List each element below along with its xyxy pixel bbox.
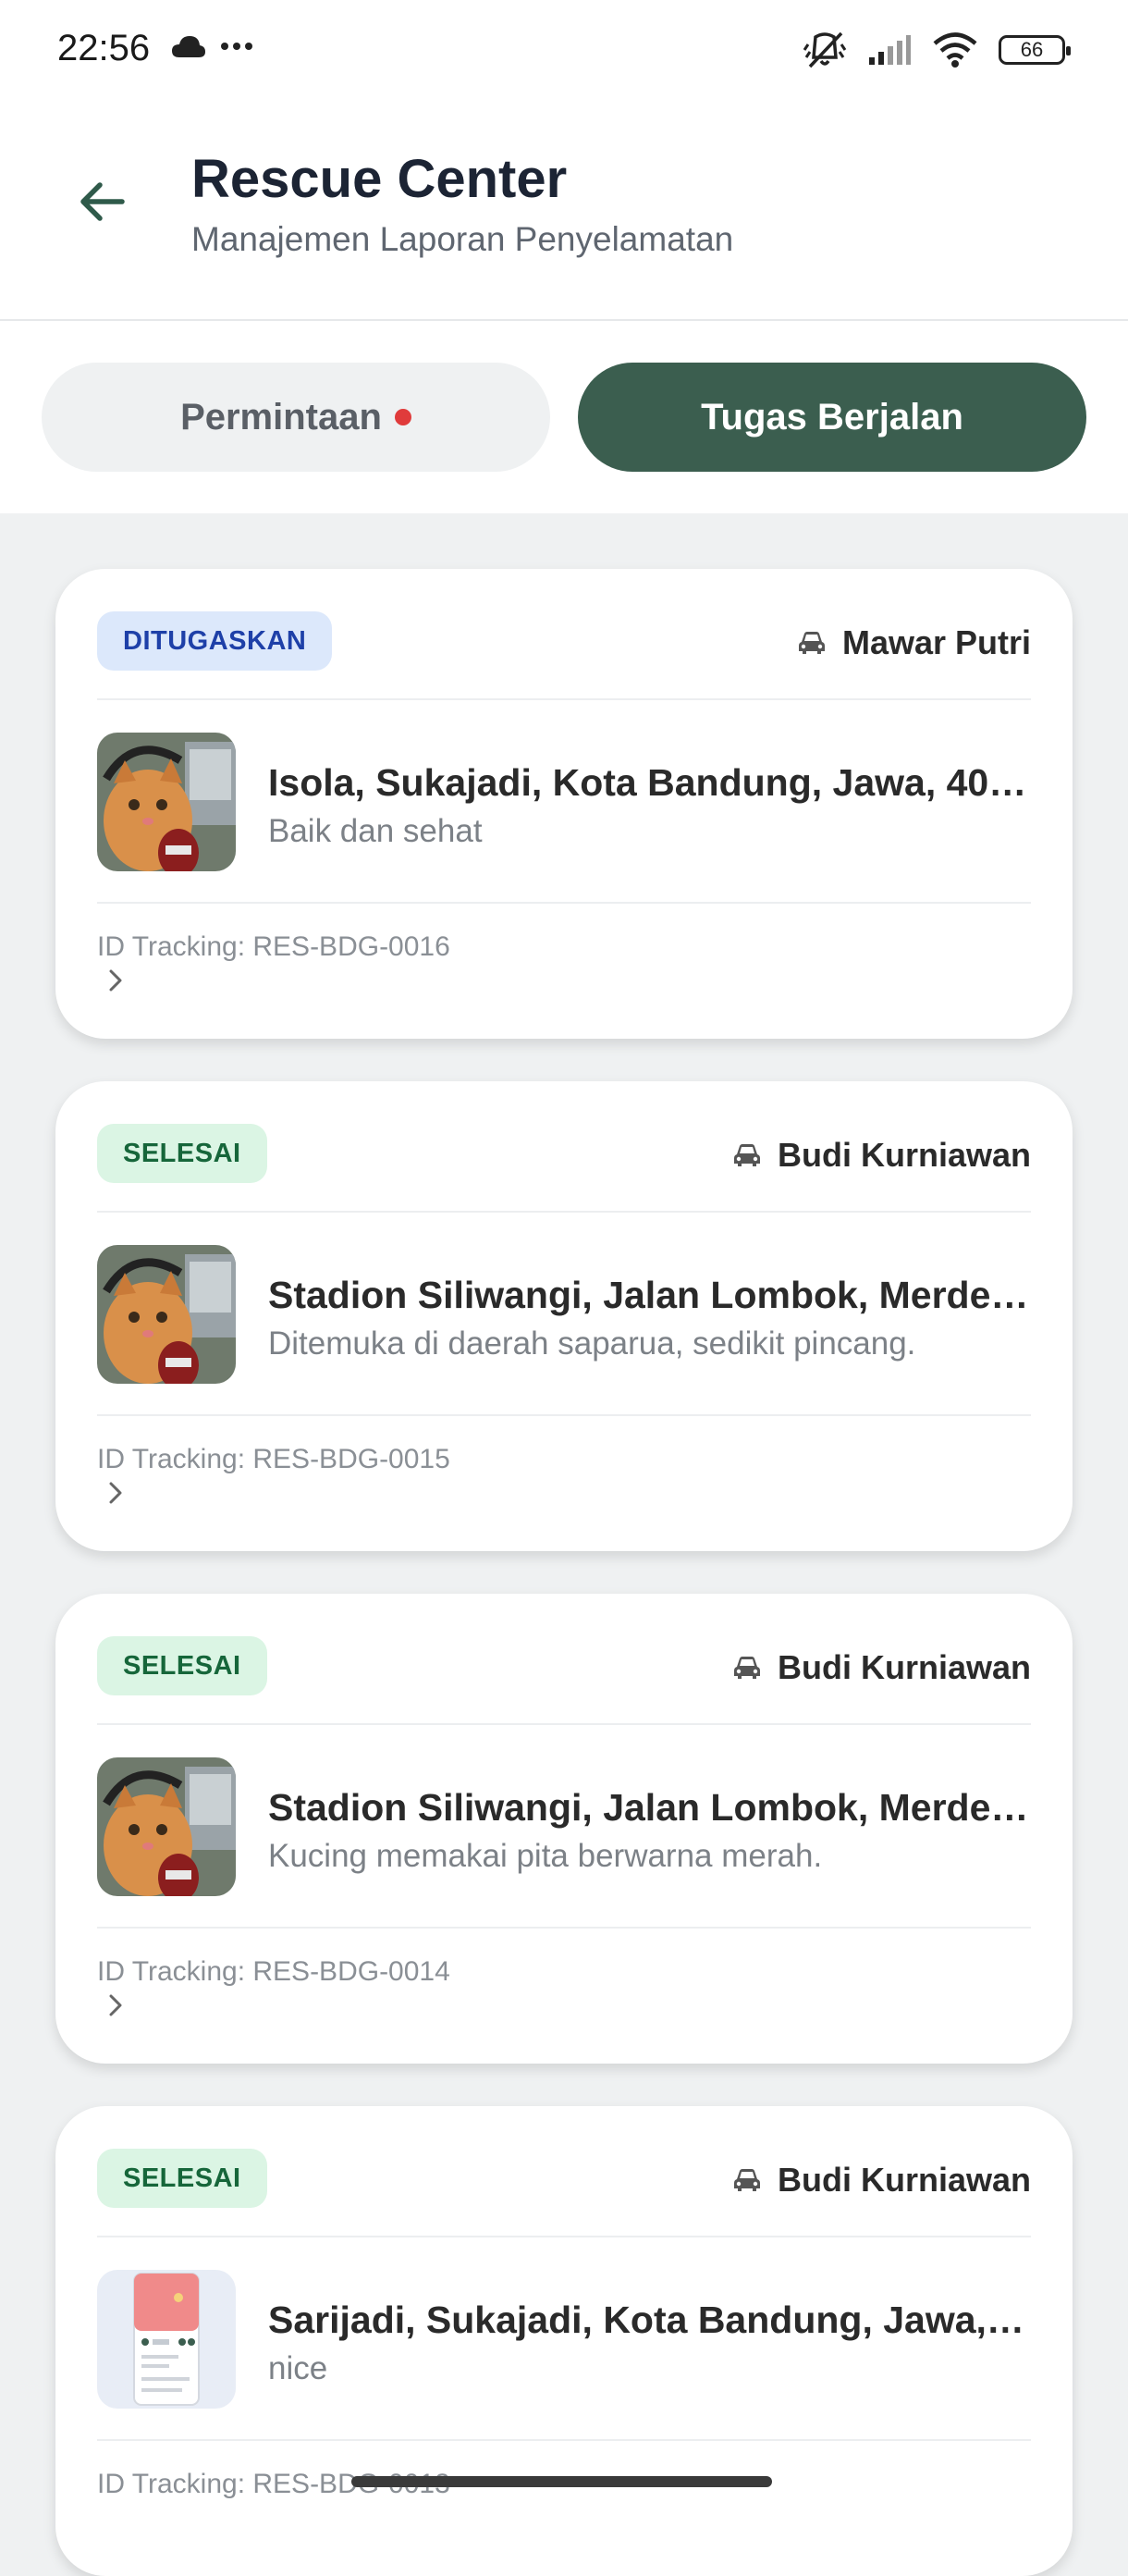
driver-info: Budi Kurniawan — [733, 1129, 1031, 1181]
tab-tugas-berjalan[interactable]: Tugas Berjalan — [578, 363, 1086, 472]
driver-info: Mawar Putri — [798, 617, 1031, 669]
arrow-left-icon[interactable] — [74, 174, 129, 229]
signal-icon — [869, 35, 911, 65]
report-location: Stadion Siliwangi, Jalan Lombok, Merdeka — [268, 1274, 1031, 1316]
report-photo — [97, 2270, 236, 2409]
car-icon — [733, 2169, 760, 2191]
divider — [97, 2236, 1031, 2237]
divider — [97, 1211, 1031, 1213]
divider — [97, 2439, 1031, 2441]
status-time: 22:56 — [57, 28, 151, 68]
divider — [97, 1927, 1031, 1929]
status-badge: DITUGASKAN — [97, 611, 333, 671]
home-indicator[interactable] — [351, 2476, 772, 2487]
divider — [97, 902, 1031, 904]
status-right-icons: 66 — [803, 30, 1071, 70]
driver-name: Budi Kurniawan — [777, 2161, 1031, 2199]
status-badge: SELESAI — [97, 2149, 267, 2208]
cat-photo — [97, 1245, 236, 1384]
driver-name: Mawar Putri — [841, 623, 1031, 661]
cloud-icon — [172, 36, 205, 57]
tab-tugas-berjalan-label: Tugas Berjalan — [701, 396, 963, 438]
status-left-icons — [170, 33, 253, 59]
tab-bar: Permintaan Tugas Berjalan — [0, 321, 1128, 513]
rescue-card[interactable]: SELESAI Budi Kurniawan Stadion Siliwangi… — [55, 1081, 1073, 1551]
report-photo — [97, 733, 236, 871]
report-location: Sarijadi, Sukajadi, Kota Bandung, Jawa, … — [268, 2299, 1031, 2341]
report-location: Isola, Sukajadi, Kota Bandung, Jawa, 401… — [268, 761, 1031, 804]
report-description: Baik dan sehat — [268, 813, 483, 849]
more-dots-icon — [221, 43, 252, 50]
battery-level: 66 — [1020, 38, 1044, 61]
driver-name: Budi Kurniawan — [777, 1136, 1031, 1174]
divider — [97, 1414, 1031, 1416]
tracking-id: ID Tracking: RES-BDG-0015 — [97, 1444, 450, 1474]
report-description: Kucing memakai pita berwarna merah. — [268, 1838, 823, 1874]
report-location: Stadion Siliwangi, Jalan Lombok, Merdeka — [268, 1786, 1031, 1829]
tracking-id: ID Tracking: RES-BDG-0014 — [97, 1956, 450, 1987]
report-photo — [97, 1757, 236, 1896]
chevron-right-icon[interactable] — [102, 1479, 129, 1507]
report-description: nice — [268, 2350, 328, 2386]
battery-icon: 66 — [999, 35, 1071, 65]
app-header: Rescue Center Manajemen Laporan Penyelam… — [0, 102, 1128, 321]
car-icon — [733, 1144, 760, 1166]
car-icon — [733, 1657, 760, 1679]
page-subtitle: Manajemen Laporan Penyelamatan — [191, 220, 734, 258]
tracking-id: ID Tracking: RES-BDG-0016 — [97, 931, 450, 962]
chevron-right-icon[interactable] — [102, 1991, 129, 2019]
chevron-right-icon[interactable] — [102, 967, 129, 994]
cat-photo — [97, 1757, 236, 1896]
tab-permintaan-label: Permintaan — [180, 396, 382, 438]
cat-photo — [97, 733, 236, 871]
notification-dot — [394, 409, 411, 425]
driver-info: Budi Kurniawan — [733, 2154, 1031, 2206]
app-screenshot — [97, 2270, 236, 2409]
report-description: Ditemuka di daerah saparua, sedikit pinc… — [268, 1325, 916, 1362]
divider — [97, 1723, 1031, 1725]
page-title: Rescue Center — [191, 149, 568, 209]
status-badge: SELESAI — [97, 1124, 267, 1183]
report-photo — [97, 1245, 236, 1384]
vibrate-off-icon — [803, 31, 847, 68]
status-badge: SELESAI — [97, 1636, 267, 1695]
driver-info: Budi Kurniawan — [733, 1642, 1031, 1694]
divider — [97, 698, 1031, 700]
tab-permintaan[interactable]: Permintaan — [42, 363, 550, 472]
rescue-card[interactable]: SELESAI Budi Kurniawan Sarijadi, Sukajad… — [55, 2106, 1073, 2576]
car-icon — [798, 632, 825, 654]
rescue-card[interactable]: SELESAI Budi Kurniawan Stadion Siliwangi… — [55, 1594, 1073, 2064]
driver-name: Budi Kurniawan — [777, 1648, 1031, 1686]
rescue-card[interactable]: DITUGASKAN Mawar Putri Isola, Sukajadi, … — [55, 569, 1073, 1039]
status-bar: 22:56 66 — [0, 0, 1128, 102]
wifi-icon — [933, 32, 977, 68]
